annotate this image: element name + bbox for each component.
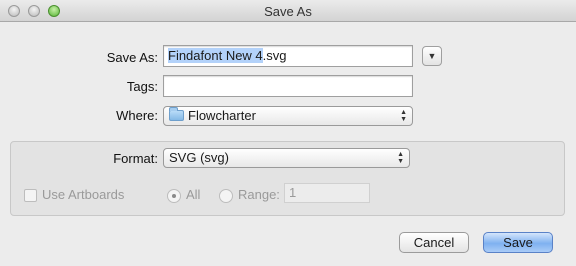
cancel-button[interactable]: Cancel [399,232,469,253]
popup-arrows-icon: ▲ ▼ [397,151,404,165]
where-popup[interactable]: Flowcharter ▲ ▼ [163,106,413,126]
format-popup[interactable]: SVG (svg) ▲ ▼ [163,148,410,168]
expand-dialog-button[interactable]: ▼ [422,46,442,66]
tags-input[interactable] [163,75,413,97]
folder-icon [169,107,184,121]
format-value: SVG (svg) [169,150,229,165]
save-as-label: Save As: [106,50,158,65]
use-artboards-label: Use Artboards [42,187,125,202]
range-input[interactable]: 1 [284,183,370,203]
range-label: Range: [238,187,280,202]
use-artboards-checkbox[interactable] [24,189,37,202]
popup-arrows-icon: ▲ ▼ [400,109,407,123]
where-value: Flowcharter [188,108,256,123]
all-label: All [186,187,201,202]
filename-selected-text: Findafont New 4 [168,48,263,63]
chevron-down-icon: ▼ [427,51,437,61]
save-button[interactable]: Save [483,232,553,253]
window-title: Save As [264,4,312,19]
all-radio[interactable] [167,189,181,203]
filename-input[interactable]: Findafont New 4.svg [163,45,413,67]
where-label: Where: [116,108,158,123]
range-radio[interactable] [219,189,233,203]
filename-extension: .svg [262,48,287,63]
tags-label: Tags: [126,79,158,94]
title-bar: Save As [0,0,576,22]
format-label: Format: [113,151,158,166]
